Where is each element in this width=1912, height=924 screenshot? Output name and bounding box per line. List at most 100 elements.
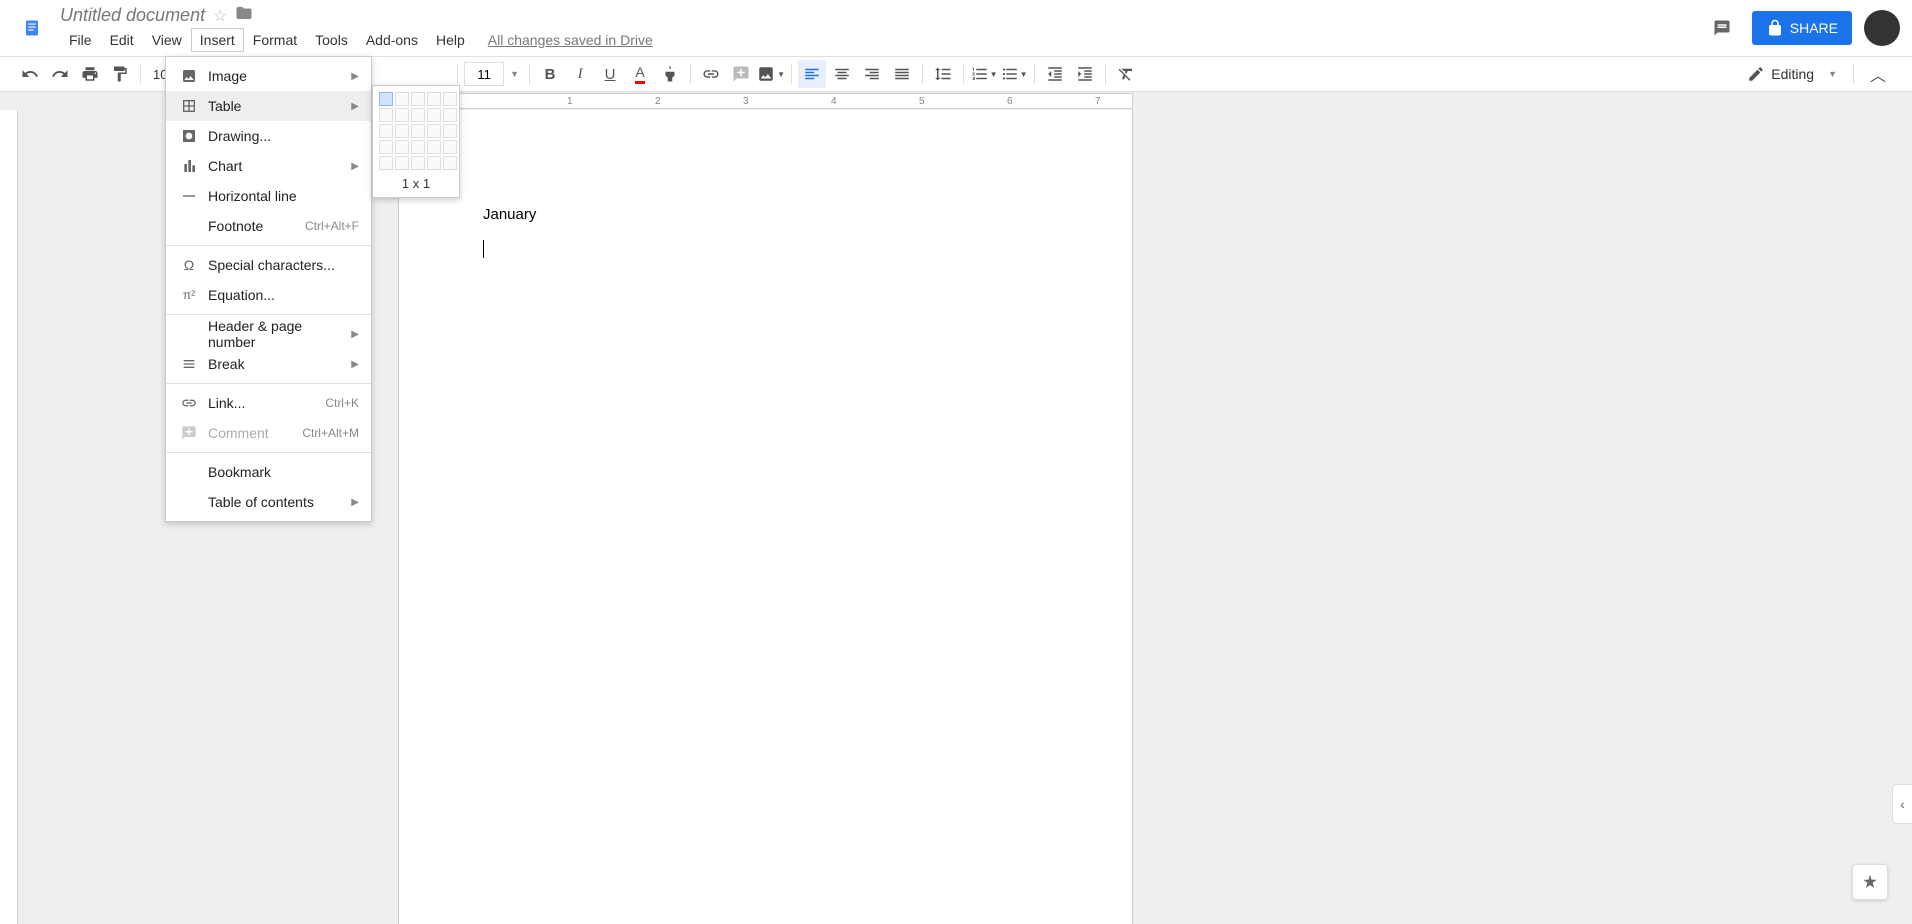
align-justify-button[interactable] (888, 60, 916, 88)
folder-icon[interactable] (235, 4, 253, 27)
table-size-picker[interactable]: 1 x 1 (372, 85, 460, 198)
table-cell[interactable] (379, 140, 393, 154)
italic-button[interactable]: I (566, 60, 594, 88)
open-comments-button[interactable] (1704, 10, 1740, 46)
chevron-down-icon[interactable]: ▼ (506, 69, 523, 79)
insert-break-item[interactable]: Break ▶ (166, 349, 371, 379)
table-cell[interactable] (395, 92, 409, 106)
mode-select[interactable]: Editing ▼ (1737, 61, 1847, 87)
link-icon (702, 65, 720, 83)
align-left-button[interactable] (798, 60, 826, 88)
insert-image-item[interactable]: Image ▶ (166, 61, 371, 91)
clear-formatting-button[interactable] (1112, 60, 1140, 88)
increase-indent-icon (1076, 65, 1094, 83)
account-avatar[interactable] (1864, 10, 1900, 46)
submenu-arrow-icon: ▶ (351, 359, 359, 370)
insert-footnote-item[interactable]: Footnote Ctrl+Alt+F (166, 211, 371, 241)
insert-link-item[interactable]: Link... Ctrl+K (166, 388, 371, 418)
submenu-arrow-icon: ▶ (351, 497, 359, 508)
save-status[interactable]: All changes saved in Drive (488, 32, 653, 48)
menu-view[interactable]: View (143, 28, 191, 52)
redo-button[interactable] (46, 60, 74, 88)
table-cell[interactable] (395, 108, 409, 122)
insert-link-button[interactable] (697, 60, 725, 88)
table-cell[interactable] (379, 108, 393, 122)
paint-format-button[interactable] (106, 60, 134, 88)
submenu-arrow-icon: ▶ (351, 101, 359, 112)
menu-tools[interactable]: Tools (306, 28, 357, 52)
table-cell[interactable] (427, 108, 441, 122)
table-cell[interactable] (411, 140, 425, 154)
hide-menus-button[interactable]: ︿ (1860, 60, 1896, 88)
decrease-indent-button[interactable] (1041, 60, 1069, 88)
highlight-button[interactable] (656, 60, 684, 88)
insert-equation-item[interactable]: π² Equation... (166, 280, 371, 310)
table-cell[interactable] (443, 140, 457, 154)
menu-item-label: Table (208, 98, 351, 114)
insert-toc-item[interactable]: Table of contents ▶ (166, 487, 371, 517)
paint-roller-icon (111, 65, 129, 83)
font-size-input[interactable]: 11 (464, 62, 504, 86)
ruler-tick: 1 (567, 96, 573, 107)
insert-bookmark-item[interactable]: Bookmark (166, 457, 371, 487)
table-cell[interactable] (411, 156, 425, 170)
bulleted-list-button[interactable]: ▼ (1000, 60, 1028, 88)
table-cell[interactable] (395, 124, 409, 138)
table-cell[interactable] (411, 108, 425, 122)
bold-button[interactable]: B (536, 60, 564, 88)
insert-image-button[interactable]: ▼ (757, 60, 785, 88)
align-right-button[interactable] (858, 60, 886, 88)
insert-special-chars-item[interactable]: Ω Special characters... (166, 250, 371, 280)
table-cell[interactable] (411, 92, 425, 106)
text-color-button[interactable]: A (626, 60, 654, 88)
docs-logo[interactable] (12, 8, 52, 48)
table-grid[interactable] (379, 92, 453, 170)
document-page[interactable]: January (398, 110, 1133, 924)
side-panel-toggle[interactable]: ‹ (1892, 784, 1912, 824)
insert-table-item[interactable]: Table ▶ (166, 91, 371, 121)
menu-edit[interactable]: Edit (101, 28, 143, 52)
increase-indent-button[interactable] (1071, 60, 1099, 88)
document-text[interactable]: January (483, 206, 536, 223)
insert-hline-item[interactable]: Horizontal line (166, 181, 371, 211)
insert-chart-item[interactable]: Chart ▶ (166, 151, 371, 181)
ruler-tick: 3 (743, 96, 749, 107)
underline-button[interactable]: U (596, 60, 624, 88)
break-icon (178, 356, 200, 372)
menu-format[interactable]: Format (244, 28, 306, 52)
insert-drawing-item[interactable]: Drawing... (166, 121, 371, 151)
menu-help[interactable]: Help (427, 28, 474, 52)
menu-addons[interactable]: Add-ons (357, 28, 427, 52)
table-cell[interactable] (443, 108, 457, 122)
star-icon[interactable]: ☆ (213, 6, 227, 26)
table-cell[interactable] (427, 124, 441, 138)
table-cell[interactable] (427, 156, 441, 170)
decrease-indent-icon (1046, 65, 1064, 83)
menu-file[interactable]: File (60, 28, 101, 52)
table-cell[interactable] (427, 92, 441, 106)
share-button[interactable]: SHARE (1752, 11, 1852, 45)
align-center-button[interactable] (828, 60, 856, 88)
table-cell[interactable] (395, 140, 409, 154)
table-cell[interactable] (443, 156, 457, 170)
undo-button[interactable] (16, 60, 44, 88)
table-cell[interactable] (379, 124, 393, 138)
insert-header-page-item[interactable]: Header & page number ▶ (166, 319, 371, 349)
table-cell[interactable] (443, 124, 457, 138)
text-cursor (483, 240, 484, 258)
ruler-vertical[interactable] (0, 110, 18, 924)
table-cell[interactable] (379, 156, 393, 170)
table-cell[interactable] (411, 124, 425, 138)
print-button[interactable] (76, 60, 104, 88)
table-cell[interactable] (395, 156, 409, 170)
document-title[interactable]: Untitled document (60, 5, 205, 26)
numbered-list-icon (971, 65, 989, 83)
menu-insert[interactable]: Insert (191, 28, 244, 52)
explore-button[interactable] (1852, 864, 1888, 900)
numbered-list-button[interactable]: ▼ (970, 60, 998, 88)
table-cell[interactable] (443, 92, 457, 106)
table-cell[interactable] (379, 92, 393, 106)
add-comment-button[interactable] (727, 60, 755, 88)
table-cell[interactable] (427, 140, 441, 154)
line-spacing-button[interactable] (929, 60, 957, 88)
